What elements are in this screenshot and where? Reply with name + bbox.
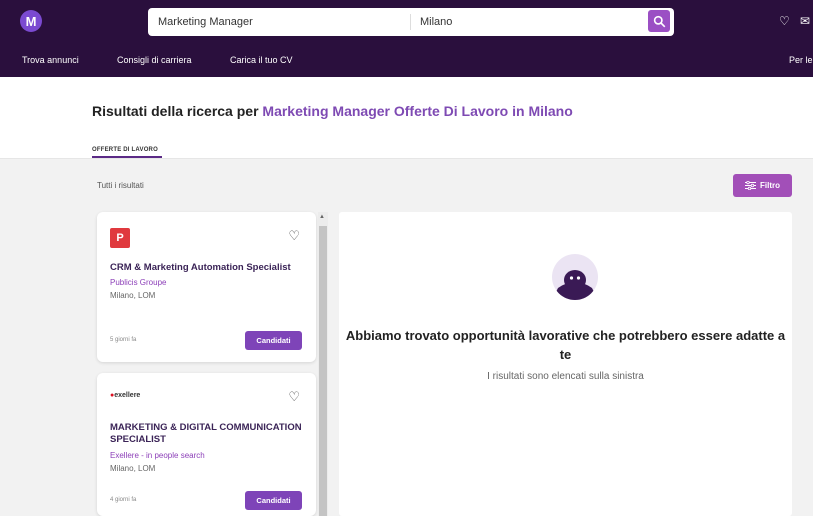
heart-icon[interactable]: ♡ [288, 389, 300, 405]
tab-job-offers[interactable]: OFFERTE DI LAVORO [92, 147, 158, 153]
scrollbar-thumb[interactable] [319, 226, 327, 516]
job-search-input[interactable] [158, 8, 408, 36]
nav-item-employers[interactable]: Per le [789, 55, 813, 65]
page-title: Risultati della ricerca per Marketing Ma… [92, 103, 573, 119]
detail-title: Abbiamo trovato opportunità lavorative c… [345, 328, 786, 362]
search-divider [410, 14, 411, 30]
job-card[interactable]: P ♡ CRM & Marketing Automation Specialis… [97, 212, 316, 362]
posted-age: 5 giorni fa [110, 337, 137, 343]
detail-subtitle: I risultati sono elencati sulla sinistra [487, 371, 644, 382]
search-bar [148, 8, 674, 36]
top-header: M ♡ ✉ Trova annunci Consigli di carriera… [0, 0, 813, 77]
job-location: Milano, LOM [110, 291, 156, 300]
search-button[interactable] [648, 10, 670, 32]
filter-button[interactable]: Filtro [733, 174, 792, 197]
job-location: Milano, LOM [110, 464, 156, 473]
heart-icon[interactable]: ♡ [779, 14, 790, 28]
nav-item-upload-cv[interactable]: Carica il tuo CV [230, 55, 293, 65]
company-name[interactable]: Exellere - in people search [110, 451, 205, 460]
company-logo: P [110, 228, 130, 248]
scroll-up-icon[interactable]: ▲ [319, 214, 325, 220]
sliders-icon [745, 181, 756, 190]
job-title[interactable]: CRM & Marketing Automation Specialist [110, 262, 305, 274]
job-detail-panel: Abbiamo trovato opportunità lavorative c… [339, 212, 792, 516]
nav-item-find-jobs[interactable]: Trova annunci [22, 55, 79, 65]
heart-icon[interactable]: ♡ [288, 228, 300, 244]
search-icon [653, 15, 665, 27]
location-input[interactable] [420, 8, 640, 36]
all-results-label: Tutti i risultati [97, 181, 144, 190]
site-logo[interactable]: M [20, 10, 42, 32]
posted-age: 4 giorni fa [110, 497, 137, 503]
nav-item-career-advice[interactable]: Consigli di carriera [117, 55, 192, 65]
job-card[interactable]: ●exellere ♡ MARKETING & DIGITAL COMMUNIC… [97, 373, 316, 516]
company-logo: ●exellere [110, 392, 141, 399]
apply-button[interactable]: Candidati [245, 331, 302, 350]
company-name[interactable]: Publicis Groupe [110, 278, 166, 287]
mail-icon[interactable]: ✉ [800, 14, 810, 28]
job-title[interactable]: MARKETING & DIGITAL COMMUNICATION SPECIA… [110, 422, 305, 446]
results-header: Risultati della ricerca per Marketing Ma… [0, 77, 813, 159]
main-nav: Trova annunci Consigli di carriera Caric… [0, 55, 813, 71]
apply-button[interactable]: Candidati [245, 491, 302, 510]
filter-label: Filtro [760, 181, 780, 190]
tab-active-indicator [92, 156, 162, 158]
monster-mascot-icon [552, 254, 598, 300]
